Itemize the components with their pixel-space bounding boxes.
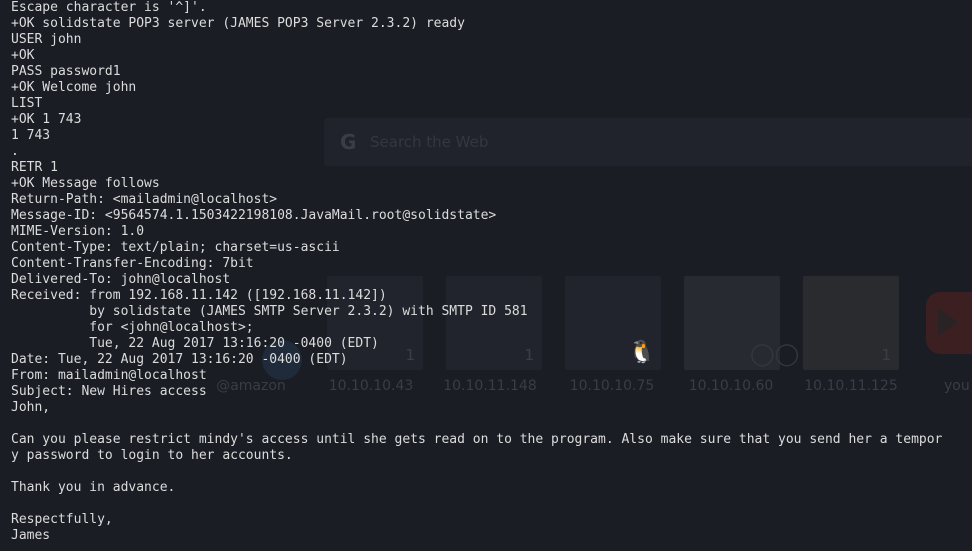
terminal-line: Content-Type: text/plain; charset=us-asc… <box>11 240 340 255</box>
terminal-line: MIME-Version: 1.0 <box>11 224 145 239</box>
terminal-line: Content-Transfer-Encoding: 7bit <box>11 256 254 271</box>
terminal-line: +OK Welcome john <box>11 80 137 95</box>
terminal-line: +OK 1 743 <box>11 112 82 127</box>
terminal-line: . <box>11 144 19 159</box>
terminal-line: Message-ID: <9564574.1.1503422198108.Jav… <box>11 208 497 223</box>
terminal-line: +OK <box>11 48 35 63</box>
terminal-line: RETR 1 <box>11 160 58 175</box>
terminal-line: Escape character is '^]'. <box>11 0 207 15</box>
terminal-line: Thank you in advance. <box>11 480 176 495</box>
terminal-line: PASS password1 <box>11 64 121 79</box>
terminal-line: Respectfully, <box>11 512 113 527</box>
terminal-window[interactable]: G Search the Web 1 1 🐧 ◯◯ 1 @amazon 10.1… <box>0 0 972 551</box>
terminal-line: +OK Message follows <box>11 176 160 191</box>
terminal-line: John, <box>11 400 51 415</box>
terminal-line: James <box>11 528 51 543</box>
terminal-line: LIST <box>11 96 43 111</box>
terminal-line: USER john <box>11 32 82 47</box>
terminal-line: Subject: New Hires access <box>11 384 207 399</box>
terminal-output[interactable]: Escape character is '^]'. +OK solidstate … <box>11 0 972 544</box>
terminal-line: From: mailadmin@localhost <box>11 368 207 383</box>
terminal-line: Delivered-To: john@localhost <box>11 272 231 287</box>
terminal-line: Received: from 192.168.11.142 ([192.168.… <box>11 288 387 303</box>
terminal-line: y password to login to her accounts. <box>11 448 293 463</box>
terminal-line: for <john@localhost>; <box>11 320 254 335</box>
terminal-line: Can you please restrict mindy's access u… <box>11 432 943 447</box>
terminal-line: Date: Tue, 22 Aug 2017 13:16:20 -0400 (E… <box>11 352 348 367</box>
terminal-line: Return-Path: <mailadmin@localhost> <box>11 192 278 207</box>
terminal-line: Tue, 22 Aug 2017 13:16:20 -0400 (EDT) <box>11 336 379 351</box>
terminal-line: by solidstate (JAMES SMTP Server 2.3.2) … <box>11 304 528 319</box>
terminal-line: +OK solidstate POP3 server (JAMES POP3 S… <box>11 16 465 31</box>
terminal-line: 1 743 <box>11 128 51 143</box>
